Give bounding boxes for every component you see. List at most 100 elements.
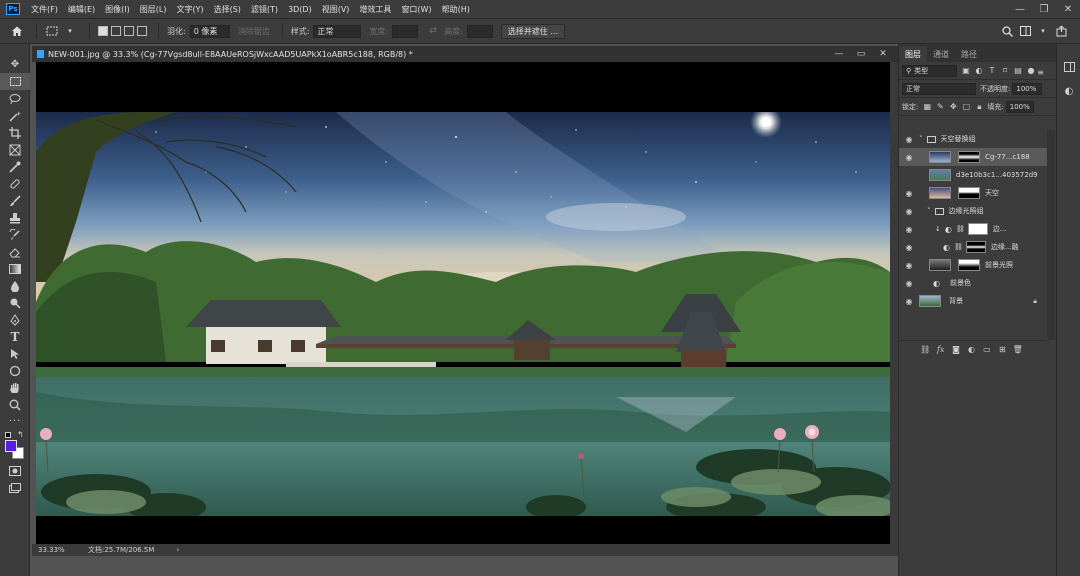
zoom-tool-icon[interactable] [0,396,30,413]
lock-position-icon[interactable]: ✥ [948,102,958,112]
style-select[interactable]: 正常 [313,24,362,38]
layer-row[interactable]: ◉ d3e10b3c1...403572d9 [899,166,1047,184]
width-input[interactable] [392,24,419,38]
filter-shape-icon[interactable]: ⌑ [1000,66,1010,76]
new-group-icon[interactable]: ▭ [982,345,992,355]
opacity-input[interactable]: 100% [1012,82,1043,95]
menu-select[interactable]: 选择(S) [209,4,246,15]
layer-row[interactable]: ◉ ◐ 前景色 [899,274,1047,292]
pen-tool-icon[interactable] [0,311,30,328]
blend-mode-select[interactable]: 正常 [902,82,976,95]
menu-type[interactable]: 文字(Y) [171,4,208,15]
layer-row[interactable]: ◉ 前景光照 [899,256,1047,274]
layer-row[interactable]: ◉ 背景 🔒︎ [899,292,1047,310]
visibility-eye-icon[interactable]: ◉ [903,169,915,181]
visibility-eye-icon[interactable]: ◉ [903,259,915,271]
move-tool-icon[interactable]: ✥ [0,56,30,73]
height-input[interactable] [466,24,493,38]
visibility-eye-icon[interactable]: ◉ [903,241,915,253]
fill-input[interactable]: 100% [1005,100,1034,113]
visibility-eye-icon[interactable]: ◉ [903,295,915,307]
chevron-down-icon[interactable]: ˅ [927,207,931,215]
blur-tool-icon[interactable] [0,277,30,294]
doc-close-icon[interactable]: ✕ [872,46,894,62]
delete-layer-icon[interactable]: 🗑︎ [1013,345,1023,355]
menu-view[interactable]: 视图(V) [317,4,355,15]
visibility-eye-icon[interactable]: ◉ [903,151,915,163]
properties-icon[interactable] [1057,58,1080,75]
screen-mode-icon[interactable] [0,479,30,496]
workspace-icon[interactable] [1018,24,1032,38]
marquee-preset-icon[interactable] [45,24,59,38]
minimize-icon[interactable]: — [1008,0,1032,18]
add-selection-icon[interactable] [111,26,121,36]
menu-layer[interactable]: 图层(L) [135,4,172,15]
dodge-tool-icon[interactable] [0,294,30,311]
document-tab[interactable]: NEW-001.jpg @ 33.3% (Cg-77Vgsd8ull-E8AAU… [32,46,898,62]
chevron-right-icon[interactable]: › [176,546,179,554]
subtract-selection-icon[interactable] [124,26,134,36]
zoom-level[interactable]: 33.33% [38,546,88,554]
rect-marquee-tool-icon[interactable] [0,73,30,90]
share-icon[interactable] [1054,24,1068,38]
adjustments-icon[interactable]: ◐ [1057,83,1080,100]
panel-menu-icon[interactable]: ≡ [1037,68,1044,77]
tab-paths[interactable]: 路径 [955,46,983,62]
layer-row[interactable]: ◉ 天空 [899,184,1047,202]
clone-stamp-tool-icon[interactable] [0,209,30,226]
antialias-checkbox[interactable]: 消除锯齿 [238,26,270,37]
magic-wand-tool-icon[interactable] [0,107,30,124]
lock-transparent-icon[interactable]: ▦ [922,102,932,112]
menu-plugins[interactable]: 增效工具 [354,4,396,15]
filter-smart-object-icon[interactable]: ▤ [1013,66,1023,76]
ellipse-tool-icon[interactable] [0,362,30,379]
close-icon[interactable]: ✕ [1056,0,1080,18]
chevron-down-icon[interactable]: ▾ [1036,24,1050,38]
document-canvas[interactable] [36,62,890,544]
brush-tool-icon[interactable] [0,192,30,209]
lasso-tool-icon[interactable] [0,90,30,107]
visibility-eye-icon[interactable]: ◉ [903,133,915,145]
visibility-eye-icon[interactable]: ◉ [903,223,915,235]
menu-edit[interactable]: 编辑(E) [63,4,100,15]
hand-tool-icon[interactable] [0,379,30,396]
chevron-down-icon[interactable]: ▾ [63,24,77,38]
menu-file[interactable]: 文件(F) [26,4,63,15]
filter-adjustment-icon[interactable]: ◐ [974,66,984,76]
home-icon[interactable] [10,24,24,38]
foreground-color-swatch[interactable] [5,440,17,452]
visibility-eye-icon[interactable]: ◉ [903,205,915,217]
doc-restore-icon[interactable]: ▭ [850,46,872,62]
layer-row[interactable]: ◉ ˅ 边缘光照组 [899,202,1047,220]
history-brush-tool-icon[interactable] [0,226,30,243]
link-layers-icon[interactable]: ⛓ [920,345,930,355]
filter-type-icon[interactable]: T [987,66,997,76]
restore-icon[interactable]: ❐ [1032,0,1056,18]
new-adjustment-icon[interactable]: ◐ [966,345,976,355]
layer-row[interactable]: ◉ Cg-77...c188 [899,148,1047,166]
eraser-tool-icon[interactable] [0,243,30,260]
new-layer-icon[interactable]: ⊞ [997,345,1007,355]
quick-mask-icon[interactable] [0,462,30,479]
gradient-tool-icon[interactable] [0,260,30,277]
layer-row[interactable]: ◉ ˅ 天空替换组 [899,130,1047,148]
visibility-eye-icon[interactable]: ◉ [903,187,915,199]
menu-help[interactable]: 帮助(H) [437,4,475,15]
tab-channels[interactable]: 通道 [927,46,955,62]
intersect-selection-icon[interactable] [137,26,147,36]
add-mask-icon[interactable]: ◙ [951,345,961,355]
lock-artboard-icon[interactable]: ▢ [961,102,971,112]
search-icon[interactable] [1000,24,1014,38]
menu-filter[interactable]: 滤镜(T) [246,4,283,15]
menu-window[interactable]: 窗口(W) [396,4,436,15]
swap-icon[interactable]: ⇄ [426,24,440,38]
filter-toggle-icon[interactable]: ● [1026,66,1036,76]
layer-style-icon[interactable]: fx [936,345,946,355]
select-and-mask-button[interactable]: 选择并遮住 ... [500,23,565,39]
default-colors-icon[interactable] [5,432,11,438]
lock-pixels-icon[interactable]: ✎ [935,102,945,112]
path-selection-tool-icon[interactable] [0,345,30,362]
tab-layers[interactable]: 图层 [899,46,927,62]
new-selection-icon[interactable] [98,26,108,36]
doc-minimize-icon[interactable]: — [828,46,850,62]
